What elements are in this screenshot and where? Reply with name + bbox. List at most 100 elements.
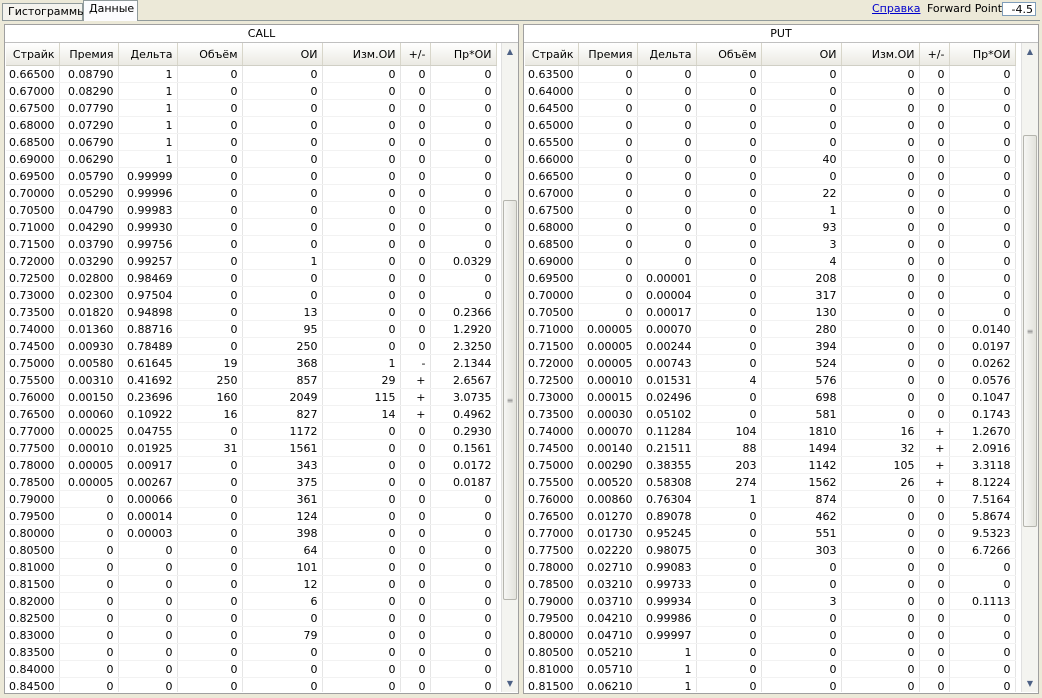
- column-header[interactable]: ОИ: [761, 43, 842, 66]
- tab-histograms[interactable]: Гистограммы: [2, 3, 86, 20]
- column-header[interactable]: Дельта: [637, 43, 697, 66]
- table-row[interactable]: 0.77000 0.00025 0.04755 0 1172 0 0 0.2930: [6, 422, 497, 440]
- table-row[interactable]: 0.82500 0 0 0 0 0 0 0: [6, 609, 497, 627]
- column-header[interactable]: Премия: [578, 43, 638, 66]
- column-header[interactable]: Объём: [177, 43, 243, 66]
- table-row[interactable]: 0.66500 0.08790 1 0 0 0 0 0: [6, 65, 497, 83]
- call-scroll-thumb[interactable]: ≡: [503, 200, 517, 600]
- scroll-up-arrow-icon[interactable]: ▲: [502, 43, 518, 60]
- table-row[interactable]: 0.80000 0 0.00003 0 398 0 0 0: [6, 524, 497, 542]
- table-row[interactable]: 0.65000 0 0 0 0 0 0 0: [525, 116, 1016, 134]
- column-header[interactable]: Пр*ОИ: [430, 43, 497, 66]
- column-header[interactable]: Премия: [59, 43, 119, 66]
- table-row[interactable]: 0.83000 0 0 0 79 0 0 0: [6, 626, 497, 644]
- table-row[interactable]: 0.63500 0 0 0 0 0 0 0: [525, 65, 1016, 83]
- table-row[interactable]: 0.77000 0.01730 0.95245 0 551 0 0 9.5323: [525, 524, 1016, 542]
- table-row[interactable]: 0.71500 0.00005 0.00244 0 394 0 0 0.0197: [525, 337, 1016, 355]
- column-header[interactable]: Дельта: [118, 43, 178, 66]
- table-row[interactable]: 0.67000 0.08290 1 0 0 0 0 0: [6, 82, 497, 100]
- table-row[interactable]: 0.67000 0 0 0 22 0 0 0: [525, 184, 1016, 202]
- table-row[interactable]: 0.71000 0.04290 0.99930 0 0 0 0 0: [6, 218, 497, 236]
- table-row[interactable]: 0.68000 0.07290 1 0 0 0 0 0: [6, 116, 497, 134]
- table-row[interactable]: 0.78000 0.02710 0.99083 0 0 0 0 0: [525, 558, 1016, 576]
- table-row[interactable]: 0.83500 0 0 0 0 0 0 0: [6, 643, 497, 661]
- table-row[interactable]: 0.74500 0.00140 0.21511 88 1494 32 +2.0916: [525, 439, 1016, 457]
- column-header[interactable]: +/-: [919, 43, 950, 66]
- table-row[interactable]: 0.78000 0.00005 0.00917 0 343 0 0 0.0172: [6, 456, 497, 474]
- column-header[interactable]: +/-: [400, 43, 431, 66]
- column-header[interactable]: Пр*ОИ: [949, 43, 1016, 66]
- table-row[interactable]: 0.64500 0 0 0 0 0 0 0: [525, 99, 1016, 117]
- table-row[interactable]: 0.81500 0 0 0 12 0 0 0: [6, 575, 497, 593]
- table-row[interactable]: 0.80500 0 0 0 64 0 0 0: [6, 541, 497, 559]
- column-header[interactable]: Изм.ОИ: [841, 43, 920, 66]
- table-row[interactable]: 0.77500 0.02220 0.98075 0 303 0 0 6.7266: [525, 541, 1016, 559]
- table-row[interactable]: 0.76500 0.00060 0.10922 16 827 14 +0.4962: [6, 405, 497, 423]
- table-row[interactable]: 0.84500 0 0 0 0 0 0 0: [6, 677, 497, 692]
- table-row[interactable]: 0.69500 0.05790 0.99999 0 0 0 0 0: [6, 167, 497, 185]
- table-row[interactable]: 0.74000 0.01360 0.88716 0 95 0 0 1.2920: [6, 320, 497, 338]
- put-scroll-thumb[interactable]: ≡: [1023, 135, 1037, 527]
- scroll-up-arrow-icon[interactable]: ▲: [1022, 43, 1038, 60]
- table-row[interactable]: 0.66500 0 0 0 0 0 0 0: [525, 167, 1016, 185]
- table-row[interactable]: 0.69000 0 0 0 4 0 0 0: [525, 252, 1016, 270]
- table-row[interactable]: 0.76000 0.00150 0.23696 160 2049 115 +3.0735: [6, 388, 497, 406]
- table-row[interactable]: 0.75500 0.00520 0.58308 274 1562 26 +8.1224: [525, 473, 1016, 491]
- table-row[interactable]: 0.84000 0 0 0 0 0 0 0: [6, 660, 497, 678]
- call-scrollbar[interactable]: ▲ ≡ ▼: [501, 43, 518, 692]
- table-row[interactable]: 0.70500 0 0.00017 0 130 0 0 0: [525, 303, 1016, 321]
- table-row[interactable]: 0.68500 0 0 0 3 0 0 0: [525, 235, 1016, 253]
- column-header[interactable]: ОИ: [242, 43, 323, 66]
- table-row[interactable]: 0.81500 0.06210 1 0 0 0 0 0: [525, 677, 1016, 692]
- tab-data[interactable]: Данные: [83, 0, 138, 21]
- table-row[interactable]: 0.77500 0.00010 0.01925 31 1561 0 0 0.1561: [6, 439, 497, 457]
- table-row[interactable]: 0.78500 0.03210 0.99733 0 0 0 0 0: [525, 575, 1016, 593]
- put-scrollbar[interactable]: ▲ ≡ ▼: [1021, 43, 1038, 692]
- table-row[interactable]: 0.68500 0.06790 1 0 0 0 0 0: [6, 133, 497, 151]
- table-row[interactable]: 0.75000 0.00580 0.61645 19 368 1-2.1344: [6, 354, 497, 372]
- table-row[interactable]: 0.66000 0 0 0 40 0 0 0: [525, 150, 1016, 168]
- table-row[interactable]: 0.67500 0 0 0 1 0 0 0: [525, 201, 1016, 219]
- table-row[interactable]: 0.79000 0 0.00066 0 361 0 0 0: [6, 490, 497, 508]
- table-row[interactable]: 0.76000 0.00860 0.76304 1 874 0 0 7.5164: [525, 490, 1016, 508]
- table-row[interactable]: 0.74000 0.00070 0.11284 104 1810 16 +1.2670: [525, 422, 1016, 440]
- table-row[interactable]: 0.70500 0.04790 0.99983 0 0 0 0 0: [6, 201, 497, 219]
- table-row[interactable]: 0.68000 0 0 0 93 0 0 0: [525, 218, 1016, 236]
- column-header[interactable]: Объём: [696, 43, 762, 66]
- help-link[interactable]: Справка: [872, 2, 920, 15]
- table-row[interactable]: 0.80500 0.05210 1 0 0 0 0 0: [525, 643, 1016, 661]
- table-row[interactable]: 0.72000 0.03290 0.99257 0 1 0 0 0.0329: [6, 252, 497, 270]
- table-row[interactable]: 0.79000 0.03710 0.99934 0 3 0 0 0.1113: [525, 592, 1016, 610]
- table-row[interactable]: 0.65500 0 0 0 0 0 0 0: [525, 133, 1016, 151]
- table-row[interactable]: 0.71500 0.03790 0.99756 0 0 0 0 0: [6, 235, 497, 253]
- scroll-down-arrow-icon[interactable]: ▼: [502, 675, 518, 692]
- table-row[interactable]: 0.73500 0.00030 0.05102 0 581 0 0 0.1743: [525, 405, 1016, 423]
- table-row[interactable]: 0.79500 0 0.00014 0 124 0 0 0: [6, 507, 497, 525]
- table-row[interactable]: 0.73000 0.02300 0.97504 0 0 0 0 0: [6, 286, 497, 304]
- table-row[interactable]: 0.81000 0 0 0 101 0 0 0: [6, 558, 497, 576]
- table-row[interactable]: 0.75000 0.00290 0.38355 203 1142 105 +3.3118: [525, 456, 1016, 474]
- table-row[interactable]: 0.72000 0.00005 0.00743 0 524 0 0 0.0262: [525, 354, 1016, 372]
- column-header[interactable]: Страйк: [525, 43, 579, 66]
- table-row[interactable]: 0.75500 0.00310 0.41692 250 857 29 +2.6567: [6, 371, 497, 389]
- column-header[interactable]: Страйк: [6, 43, 60, 66]
- table-row[interactable]: 0.81000 0.05710 1 0 0 0 0 0: [525, 660, 1016, 678]
- table-row[interactable]: 0.67500 0.07790 1 0 0 0 0 0: [6, 99, 497, 117]
- table-row[interactable]: 0.79500 0.04210 0.99986 0 0 0 0 0: [525, 609, 1016, 627]
- table-row[interactable]: 0.78500 0.00005 0.00267 0 375 0 0 0.0187: [6, 473, 497, 491]
- table-row[interactable]: 0.82000 0 0 0 6 0 0 0: [6, 592, 497, 610]
- table-row[interactable]: 0.73000 0.00015 0.02496 0 698 0 0 0.1047: [525, 388, 1016, 406]
- table-row[interactable]: 0.72500 0.00010 0.01531 4 576 0 0 0.0576: [525, 371, 1016, 389]
- table-row[interactable]: 0.69500 0 0.00001 0 208 0 0 0: [525, 269, 1016, 287]
- table-row[interactable]: 0.76500 0.01270 0.89078 0 462 0 0 5.8674: [525, 507, 1016, 525]
- scroll-down-arrow-icon[interactable]: ▼: [1022, 675, 1038, 692]
- column-header[interactable]: Изм.ОИ: [322, 43, 401, 66]
- table-row[interactable]: 0.69000 0.06290 1 0 0 0 0 0: [6, 150, 497, 168]
- forward-point-input[interactable]: -4.5: [1002, 2, 1036, 16]
- table-row[interactable]: 0.70000 0.05290 0.99996 0 0 0 0 0: [6, 184, 497, 202]
- table-row[interactable]: 0.73500 0.01820 0.94898 0 13 0 0 0.2366: [6, 303, 497, 321]
- table-row[interactable]: 0.64000 0 0 0 0 0 0 0: [525, 82, 1016, 100]
- table-row[interactable]: 0.74500 0.00930 0.78489 0 250 0 0 2.3250: [6, 337, 497, 355]
- table-row[interactable]: 0.72500 0.02800 0.98469 0 0 0 0 0: [6, 269, 497, 287]
- table-row[interactable]: 0.80000 0.04710 0.99997 0 0 0 0 0: [525, 626, 1016, 644]
